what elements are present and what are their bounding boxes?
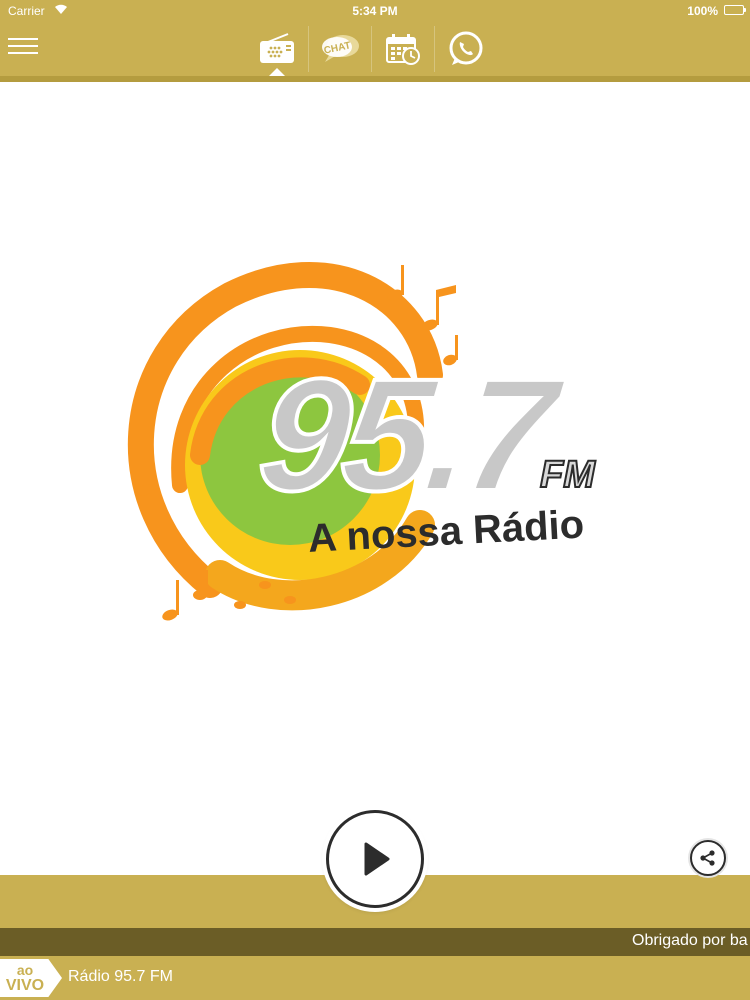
station-logo: 95.7 FM A nossa Rádio <box>127 261 597 621</box>
ticker-text: Obrigado por ba <box>632 932 748 949</box>
news-ticker: Obrigado por ba <box>0 928 750 956</box>
share-button[interactable] <box>690 840 726 876</box>
logo-band: FM <box>540 454 596 496</box>
top-bar-divider <box>0 82 750 84</box>
hamburger-line-icon <box>8 38 38 40</box>
tab-schedule[interactable] <box>371 22 434 76</box>
status-time: 5:34 PM <box>352 4 398 18</box>
battery-icon <box>724 5 746 15</box>
play-button[interactable] <box>326 810 424 908</box>
live-badge-bottom: VIVO <box>5 977 45 994</box>
calendar-clock-icon <box>385 34 420 65</box>
hamburger-line-icon <box>8 45 38 47</box>
whatsapp-icon <box>449 31 482 65</box>
now-playing-bar: ao VIVO Rádio 95.7 FM <box>0 956 750 1000</box>
menu-button[interactable] <box>8 33 42 63</box>
top-bar: Carrier 5:34 PM 100% CHAT <box>0 0 750 77</box>
tab-whatsapp[interactable] <box>434 22 497 76</box>
chat-icon: CHAT <box>321 35 359 62</box>
logo-frequency: 95.7 <box>252 345 571 524</box>
live-badge-top: ao <box>16 962 34 978</box>
live-badge: ao VIVO <box>0 959 62 997</box>
tab-bar: CHAT <box>245 22 497 77</box>
radio-icon <box>259 33 294 63</box>
share-icon <box>700 850 715 866</box>
play-icon <box>364 842 390 876</box>
hamburger-line-icon <box>8 52 38 54</box>
battery-percent: 100% <box>687 4 718 18</box>
status-bar: Carrier 5:34 PM 100% <box>0 0 750 22</box>
tab-chat[interactable]: CHAT <box>308 22 371 76</box>
nav-bar: CHAT <box>0 22 750 77</box>
station-name: Rádio 95.7 FM <box>68 968 173 985</box>
tab-radio[interactable] <box>245 22 308 77</box>
